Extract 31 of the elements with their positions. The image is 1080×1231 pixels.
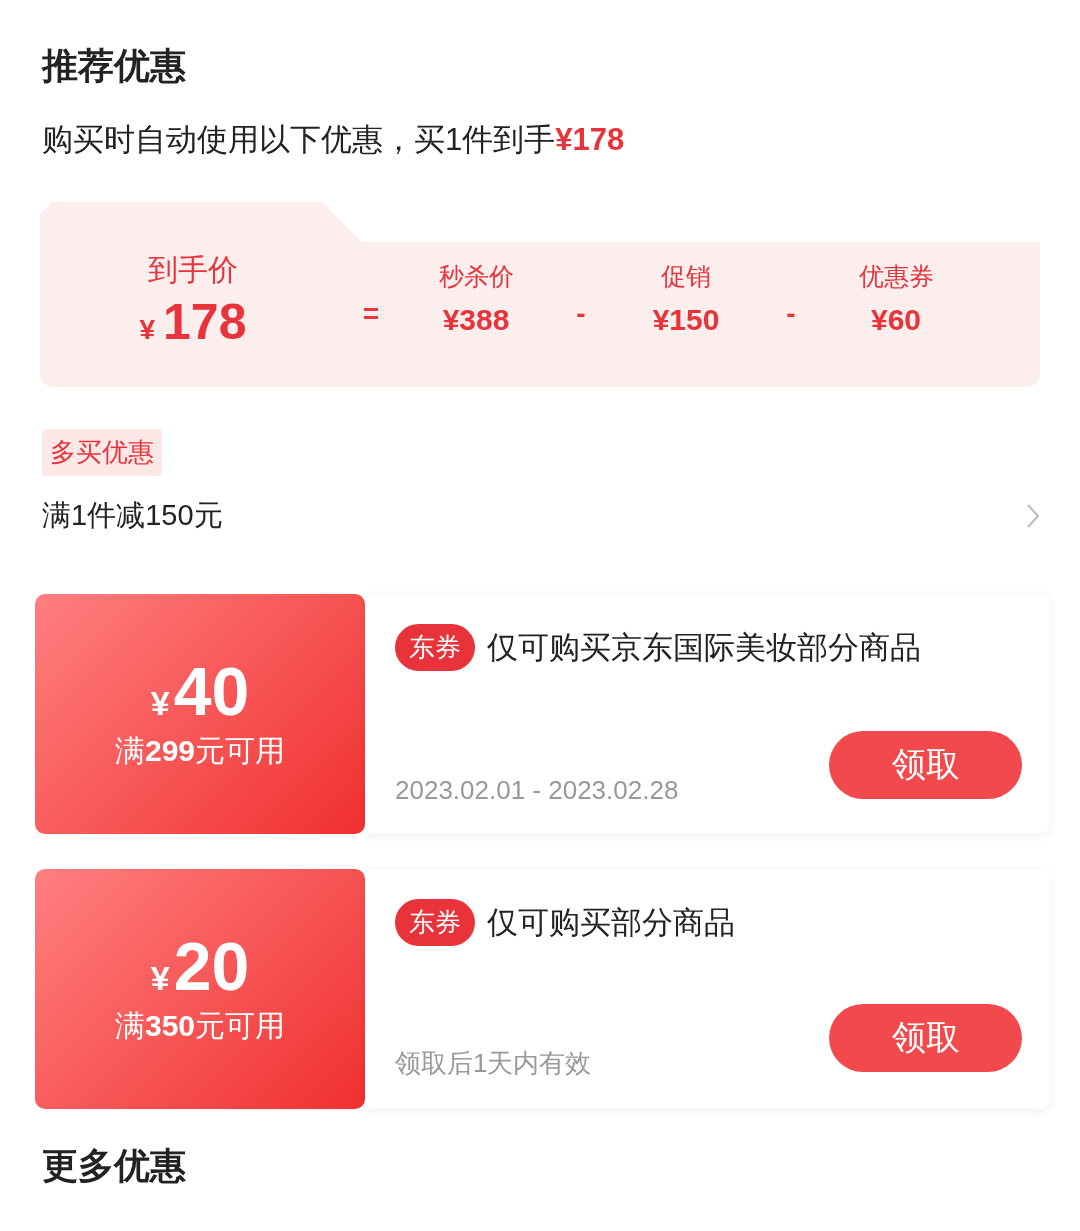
coupon-amount: 20 [173, 931, 250, 1000]
price-term-label: 优惠券 [858, 261, 934, 292]
final-price: ¥ 178 [139, 297, 247, 347]
price-term-value: ¥150 [652, 303, 720, 337]
section-title: 推荐优惠 [42, 44, 187, 88]
price-term-label: 秒杀价 [438, 261, 514, 292]
operator-sign: - [575, 297, 587, 330]
promo-rule: 满1件减150元 [42, 498, 223, 533]
promo-tag: 多买优惠 [42, 429, 162, 476]
validity-text: 领取后1天内有效 [395, 1047, 592, 1080]
claim-button[interactable]: 领取 [829, 730, 1022, 799]
coupon-description: 仅可购买京东国际美妆部分商品 [487, 628, 921, 667]
operator-sign: - [785, 297, 797, 330]
final-price-label: 到手价 [148, 252, 238, 288]
chevron-right-icon[interactable] [1026, 503, 1040, 529]
claim-button[interactable]: 领取 [829, 1003, 1022, 1072]
price-term-value: ¥388 [442, 303, 510, 337]
summary-text: 购买时自动使用以下优惠，买1件到手¥178 [42, 121, 626, 159]
coupon-description: 仅可购买部分商品 [487, 903, 735, 942]
coupon-condition: 满350元可用 [114, 1007, 286, 1044]
price-term-value: ¥60 [870, 303, 922, 337]
coupon-condition: 满299元可用 [114, 732, 286, 769]
coupon-amount: 40 [173, 656, 250, 725]
coupon-tag: 东券 [395, 899, 475, 946]
operator-sign: = [361, 297, 381, 330]
currency-symbol: ¥ [150, 683, 170, 723]
currency-symbol: ¥ [150, 958, 170, 998]
coupon-tag: 东券 [395, 624, 475, 671]
validity-text: 2023.02.01 - 2023.02.28 [395, 775, 679, 806]
price-term-label: 促销 [661, 261, 711, 292]
section-title: 更多优惠 [42, 1144, 187, 1188]
